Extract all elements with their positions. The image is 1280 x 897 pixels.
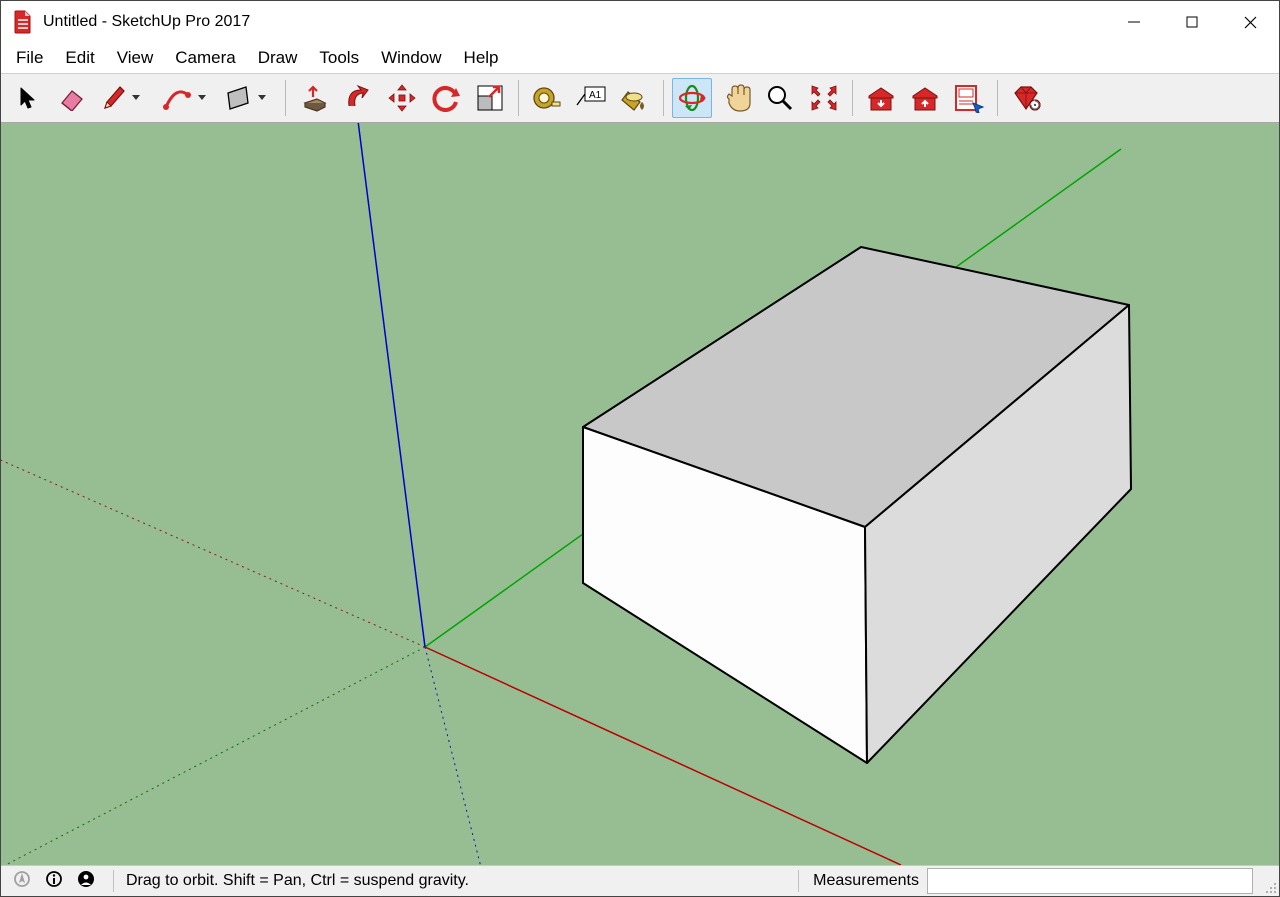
dropdown-caret-icon <box>132 95 140 101</box>
line-tool[interactable] <box>95 78 153 118</box>
pencil-icon <box>100 84 126 112</box>
user-icon[interactable] <box>77 870 95 893</box>
zoom-extents-tool[interactable] <box>804 78 844 118</box>
pushpull-tool[interactable] <box>294 78 334 118</box>
svg-text:A1: A1 <box>589 90 602 101</box>
toolbar: A1 <box>1 73 1279 123</box>
move-icon <box>387 83 417 113</box>
eraser-tool[interactable] <box>51 78 91 118</box>
maximize-button[interactable] <box>1163 1 1221 43</box>
warehouse-share-icon <box>909 84 941 112</box>
pan-hand-icon <box>721 83 751 113</box>
status-hint: Drag to orbit. Shift = Pan, Ctrl = suspe… <box>120 872 792 890</box>
warehouse-get-icon <box>865 84 897 112</box>
toolbar-separator <box>663 80 664 116</box>
rectangle-tool[interactable] <box>219 78 277 118</box>
followme-tool[interactable] <box>338 78 378 118</box>
pan-tool[interactable] <box>716 78 756 118</box>
text-tool[interactable]: A1 <box>571 78 611 118</box>
warehouse-get-tool[interactable] <box>861 78 901 118</box>
scale-tool[interactable] <box>470 78 510 118</box>
move-tool[interactable] <box>382 78 422 118</box>
credits-icon[interactable] <box>45 870 63 893</box>
measurements-label: Measurements <box>805 872 927 890</box>
zoom-extents-icon <box>809 83 839 113</box>
toolbar-separator <box>518 80 519 116</box>
tape-measure-tool[interactable] <box>527 78 567 118</box>
menu-help[interactable]: Help <box>453 46 510 70</box>
menu-bar: File Edit View Camera Draw Tools Window … <box>1 43 1279 73</box>
tape-measure-icon <box>532 84 562 112</box>
zoom-icon <box>765 83 795 113</box>
close-button[interactable] <box>1221 1 1279 43</box>
layout-tool[interactable] <box>949 78 989 118</box>
dropdown-caret-icon <box>258 95 266 101</box>
followme-icon <box>343 84 373 112</box>
menu-camera[interactable]: Camera <box>164 46 246 70</box>
text-icon: A1 <box>575 85 607 111</box>
rectangle-icon <box>224 85 252 111</box>
zoom-tool[interactable] <box>760 78 800 118</box>
status-separator <box>113 870 114 892</box>
app-window: Untitled - SketchUp Pro 2017 File Edit V… <box>0 0 1280 897</box>
title-bar: Untitled - SketchUp Pro 2017 <box>1 1 1279 43</box>
status-separator <box>798 870 799 892</box>
geo-location-icon[interactable] <box>13 870 31 893</box>
model-viewport[interactable] <box>1 123 1279 865</box>
ruby-console-tool[interactable] <box>1006 78 1046 118</box>
scale-icon <box>475 83 505 113</box>
measurements-input[interactable] <box>927 868 1253 894</box>
window-title: Untitled - SketchUp Pro 2017 <box>43 13 250 31</box>
rotate-icon <box>431 84 461 112</box>
select-tool[interactable] <box>7 78 47 118</box>
warehouse-share-tool[interactable] <box>905 78 945 118</box>
rotate-tool[interactable] <box>426 78 466 118</box>
toolbar-separator <box>285 80 286 116</box>
status-bar: Drag to orbit. Shift = Pan, Ctrl = suspe… <box>1 865 1279 896</box>
toolbar-separator <box>852 80 853 116</box>
paint-bucket-tool[interactable] <box>615 78 655 118</box>
menu-edit[interactable]: Edit <box>54 46 105 70</box>
dropdown-caret-icon <box>198 95 206 101</box>
menu-file[interactable]: File <box>5 46 54 70</box>
menu-tools[interactable]: Tools <box>308 46 370 70</box>
pushpull-icon <box>299 83 329 113</box>
orbit-tool[interactable] <box>672 78 712 118</box>
paint-bucket-icon <box>620 84 650 112</box>
cursor-icon <box>17 86 37 110</box>
toolbar-separator <box>997 80 998 116</box>
orbit-icon <box>677 83 707 113</box>
menu-draw[interactable]: Draw <box>247 46 309 70</box>
app-logo-icon <box>13 10 33 34</box>
menu-view[interactable]: View <box>106 46 165 70</box>
ruby-icon <box>1011 85 1041 111</box>
eraser-icon <box>56 85 86 111</box>
minimize-button[interactable] <box>1105 1 1163 43</box>
arc-tool[interactable] <box>157 78 215 118</box>
arc-icon <box>162 85 192 111</box>
menu-window[interactable]: Window <box>370 46 452 70</box>
layout-icon <box>953 83 985 113</box>
resize-grip-icon[interactable] <box>1263 880 1277 894</box>
